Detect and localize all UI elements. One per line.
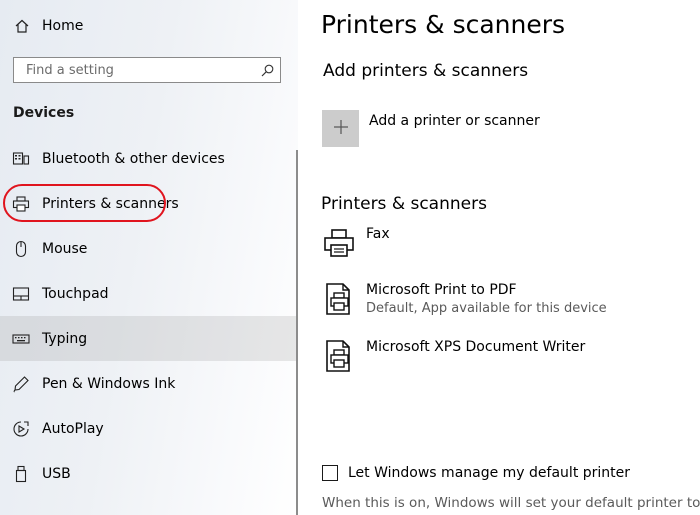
printer-status: Default, App available for this device	[366, 301, 607, 316]
add-printer-button[interactable]: Add a printer or scanner	[322, 110, 540, 147]
keyboard-icon	[12, 330, 30, 348]
sidebar-item-label: AutoPlay	[42, 420, 104, 437]
checkbox-label: Let Windows manage my default printer	[348, 465, 631, 481]
touchpad-icon	[12, 285, 30, 303]
pen-icon	[12, 375, 30, 393]
autoplay-icon	[12, 420, 30, 438]
sidebar-item-label: Bluetooth & other devices	[42, 150, 225, 167]
home-nav-item[interactable]: Home	[12, 13, 282, 39]
plus-icon	[333, 119, 349, 139]
sidebar-scrollbar[interactable]	[296, 150, 298, 515]
sidebar-item-autoplay[interactable]: AutoPlay	[0, 406, 298, 451]
bluetooth-devices-icon	[12, 150, 30, 168]
sidebar-item-pen-windows-ink[interactable]: Pen & Windows Ink	[0, 361, 298, 406]
fax-printer-icon	[322, 226, 356, 260]
document-printer-icon	[322, 339, 356, 373]
printer-item-print-to-pdf[interactable]: Microsoft Print to PDF Default, App avai…	[322, 282, 692, 316]
printer-name: Microsoft Print to PDF	[366, 282, 517, 298]
sidebar-item-typing[interactable]: Typing	[0, 316, 298, 361]
search-box	[13, 57, 281, 83]
sidebar-item-printers-scanners[interactable]: Printers & scanners	[0, 181, 298, 226]
page-title: Printers & scanners	[321, 10, 566, 39]
search-icon[interactable]	[260, 63, 274, 77]
sidebar-item-label: USB	[42, 465, 71, 482]
sidebar-item-mouse[interactable]: Mouse	[0, 226, 298, 271]
document-printer-icon	[322, 282, 356, 316]
printer-name: Fax	[366, 226, 390, 242]
add-section-title: Add printers & scanners	[323, 61, 529, 81]
manage-default-printer-checkbox[interactable]	[322, 465, 338, 481]
sidebar-item-label: Typing	[42, 330, 88, 347]
printer-item-fax[interactable]: Fax	[322, 226, 692, 260]
add-printer-label: Add a printer or scanner	[369, 113, 540, 129]
help-text: When this is on, Windows will set your d…	[322, 495, 700, 511]
sidebar-item-label: Pen & Windows Ink	[42, 375, 176, 392]
printer-item-xps-writer[interactable]: Microsoft XPS Document Writer	[322, 339, 692, 373]
section-title-devices: Devices	[13, 105, 75, 121]
mouse-icon	[12, 240, 30, 258]
add-tile	[322, 110, 359, 147]
usb-icon	[12, 465, 30, 483]
sidebar-item-label: Touchpad	[42, 285, 109, 302]
sidebar-item-label: Mouse	[42, 240, 88, 257]
main-content: Printers & scanners Add printers & scann…	[300, 0, 700, 515]
sidebar-item-bluetooth[interactable]: Bluetooth & other devices	[0, 136, 298, 181]
manage-default-printer-toggle[interactable]: Let Windows manage my default printer	[322, 465, 630, 481]
printer-name: Microsoft XPS Document Writer	[366, 339, 586, 355]
printer-icon	[12, 195, 30, 213]
sidebar-item-label: Printers & scanners	[42, 195, 179, 212]
home-icon	[12, 18, 32, 34]
printers-list-title: Printers & scanners	[321, 194, 487, 214]
sidebar-item-touchpad[interactable]: Touchpad	[0, 271, 298, 316]
search-input[interactable]	[24, 61, 260, 79]
settings-sidebar: Home Devices Bluetooth & other devices P…	[0, 0, 298, 515]
devices-nav: Bluetooth & other devices Printers & sca…	[0, 136, 298, 496]
sidebar-item-usb[interactable]: USB	[0, 451, 298, 496]
home-label: Home	[42, 18, 84, 34]
